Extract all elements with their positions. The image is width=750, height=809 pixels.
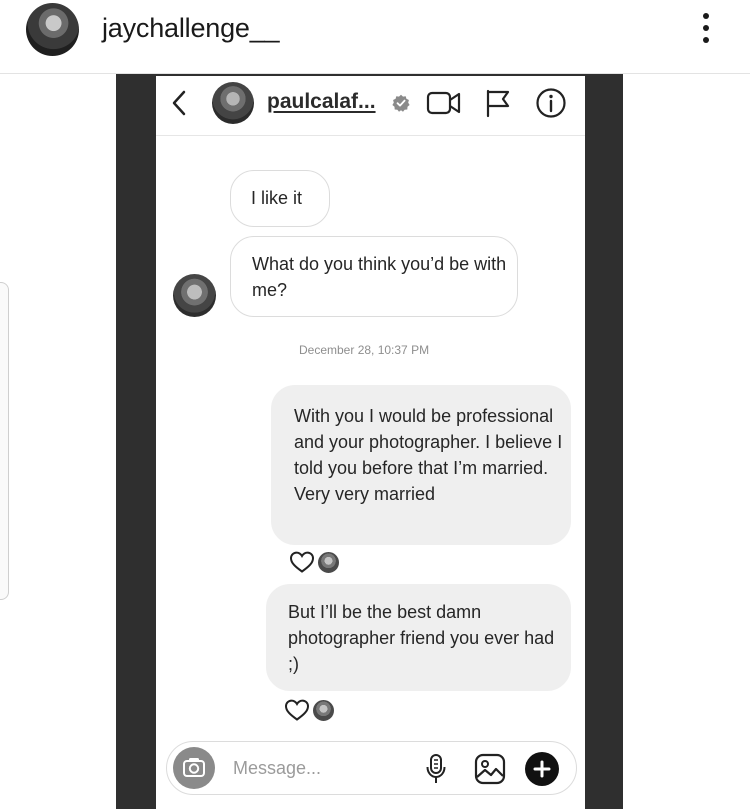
- message-bubble-received[interactable]: I like it: [230, 170, 330, 227]
- reactor-avatar: [317, 550, 340, 574]
- message-input[interactable]: [233, 756, 413, 780]
- adjacent-card-edge: [0, 282, 9, 600]
- more-options-icon[interactable]: [696, 10, 716, 46]
- plus-icon: [533, 760, 551, 778]
- contact-name[interactable]: paulcalaf...: [267, 90, 376, 114]
- message-reaction[interactable]: [284, 698, 335, 722]
- message-reaction[interactable]: [289, 550, 340, 574]
- message-bubble-received[interactable]: What do you think you’d be with me?: [230, 236, 518, 317]
- post-header: jaychallenge__: [0, 0, 750, 74]
- info-icon[interactable]: [535, 87, 567, 119]
- message-composer: [166, 741, 577, 795]
- post-avatar[interactable]: [26, 3, 79, 56]
- video-call-icon[interactable]: [426, 89, 462, 117]
- message-bubble-sent[interactable]: With you I would be professional and you…: [271, 385, 571, 545]
- verified-icon: [392, 94, 410, 112]
- dm-screen: paulcalaf... I like it What do you think…: [156, 76, 585, 809]
- mic-icon[interactable]: [425, 753, 447, 785]
- chat-header: paulcalaf...: [156, 76, 585, 136]
- flag-icon[interactable]: [484, 88, 512, 118]
- contact-avatar[interactable]: [212, 82, 254, 124]
- message-bubble-sent[interactable]: But I’ll be the best damn photographer f…: [266, 584, 571, 691]
- camera-button[interactable]: [173, 747, 215, 789]
- heart-icon[interactable]: [284, 698, 310, 722]
- message-timestamp: December 28, 10:37 PM: [299, 343, 430, 357]
- plus-button[interactable]: [525, 752, 559, 786]
- gallery-icon[interactable]: [474, 753, 506, 785]
- back-icon[interactable]: [168, 88, 190, 118]
- reactor-avatar: [312, 698, 335, 722]
- camera-icon: [183, 758, 205, 777]
- sender-avatar[interactable]: [173, 274, 216, 317]
- screenshot-frame: paulcalaf... I like it What do you think…: [116, 74, 623, 809]
- post-username[interactable]: jaychallenge__: [102, 13, 280, 44]
- heart-icon[interactable]: [289, 550, 315, 574]
